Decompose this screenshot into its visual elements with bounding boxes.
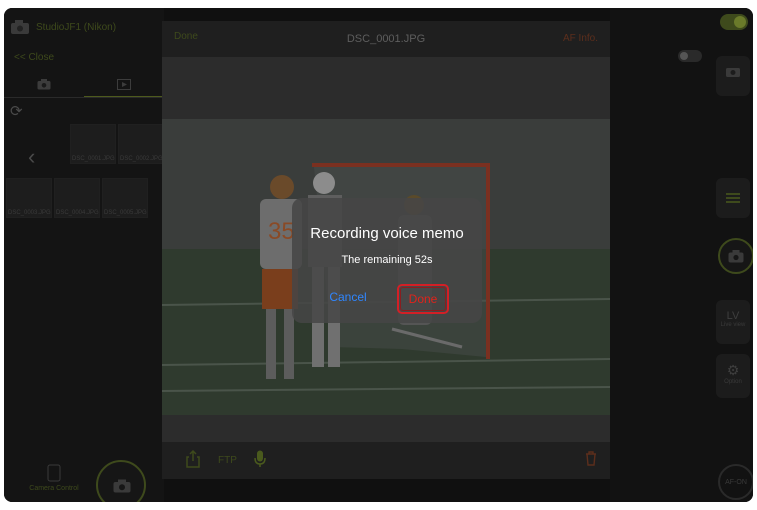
option-toggle[interactable] bbox=[678, 50, 702, 62]
close-link[interactable]: << Close bbox=[14, 52, 54, 63]
thumbnail-label: DSC_0004.JPG bbox=[56, 210, 99, 216]
voice-memo-dialog: Recording voice memo The remaining 52s C… bbox=[292, 198, 482, 323]
camera-tab-icon bbox=[37, 79, 51, 90]
shutter-camera-icon bbox=[728, 250, 744, 263]
list-button[interactable] bbox=[716, 178, 750, 218]
right-shutter-button[interactable] bbox=[718, 238, 753, 274]
right-panel: LV Live view ⚙ Option AF-ON bbox=[610, 8, 753, 502]
share-icon[interactable] bbox=[186, 450, 200, 468]
thumbnail[interactable]: DSC_0002.JPG bbox=[118, 124, 164, 164]
viewer-header: Done DSC_0001.JPG AF Info. bbox=[162, 21, 610, 57]
svg-text:35: 35 bbox=[268, 218, 295, 245]
thumbnail[interactable]: DSC_0005.JPG bbox=[102, 178, 148, 218]
list-icon bbox=[726, 193, 740, 203]
microphone-icon[interactable] bbox=[254, 450, 266, 468]
remote-camera-button[interactable] bbox=[716, 56, 750, 96]
refresh-icon[interactable]: ⟳ bbox=[10, 104, 26, 120]
shutter-button[interactable] bbox=[96, 460, 146, 502]
thumbnail-label: DSC_0002.JPG bbox=[120, 156, 163, 162]
connection-toggle[interactable] bbox=[720, 14, 748, 30]
tab-playback[interactable] bbox=[84, 72, 164, 97]
thumbnail-label: DSC_0001.JPG bbox=[72, 156, 115, 162]
gear-icon: ⚙ bbox=[726, 362, 740, 378]
dialog-message: The remaining 52s bbox=[341, 254, 433, 266]
left-tabs bbox=[4, 72, 164, 98]
lv-label: LV bbox=[726, 310, 740, 322]
dialog-title: Recording voice memo bbox=[310, 225, 464, 242]
trash-icon[interactable] bbox=[585, 451, 597, 466]
phone-icon bbox=[47, 464, 61, 482]
camera-control-label: Camera Control bbox=[29, 485, 79, 492]
thumbnail-label: DSC_0003.JPG bbox=[8, 210, 51, 216]
camera-name-label: StudioJF1 (Nikon) bbox=[36, 21, 117, 33]
thumbnail[interactable]: DSC_0001.JPG bbox=[70, 124, 116, 164]
viewer-toolbar: FTP bbox=[162, 442, 610, 479]
viewer-filename: DSC_0001.JPG bbox=[346, 33, 426, 45]
left-panel: StudioJF1 (Nikon) << Close ⟳ ‹ DSC_0001.… bbox=[4, 8, 164, 502]
option-label: Option bbox=[724, 379, 742, 385]
ftp-button[interactable]: FTP bbox=[218, 455, 237, 466]
lv-sub-label: Live view bbox=[720, 322, 746, 328]
tab-camera[interactable] bbox=[4, 72, 84, 97]
camera-control-button[interactable]: Camera Control bbox=[24, 464, 84, 492]
option-button[interactable]: ⚙ Option bbox=[716, 354, 750, 398]
thumbnail[interactable]: DSC_0003.JPG bbox=[6, 178, 52, 218]
thumbnail[interactable]: DSC_0004.JPG bbox=[54, 178, 100, 218]
previous-arrow-icon[interactable]: ‹ bbox=[28, 144, 35, 170]
thumbnail-label: DSC_0005.JPG bbox=[104, 210, 147, 216]
live-view-button[interactable]: LV Live view bbox=[716, 300, 750, 344]
camera-icon bbox=[11, 20, 29, 34]
af-on-button[interactable]: AF-ON bbox=[718, 464, 753, 500]
cancel-button[interactable]: Cancel bbox=[317, 285, 379, 309]
playback-tab-icon bbox=[117, 78, 131, 90]
done-button-label: Done bbox=[400, 287, 446, 311]
camera-name[interactable]: StudioJF1 (Nikon) bbox=[10, 14, 116, 40]
done-button[interactable]: Done bbox=[397, 284, 449, 314]
camera-settings-icon bbox=[726, 68, 740, 77]
af-info-button[interactable]: AF Info. bbox=[563, 33, 598, 44]
shutter-camera-icon bbox=[113, 479, 131, 493]
